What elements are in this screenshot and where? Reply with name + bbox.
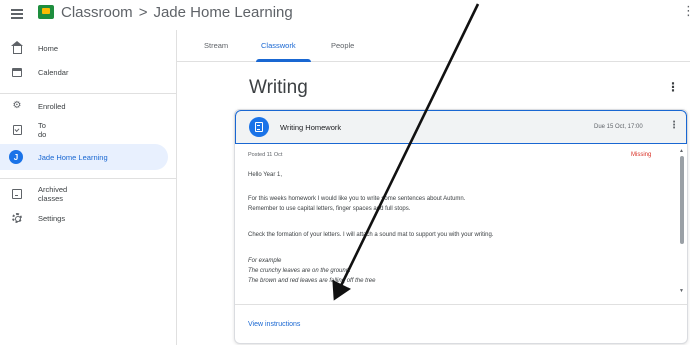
assignment-body: Posted 11 Oct Missing Hello Year 1, For … [235, 144, 687, 304]
scroll-down-icon[interactable]: ▼ [679, 288, 684, 294]
assignment-header[interactable]: Writing Homework Due 15 Oct, 17:00 ⋮ [235, 110, 687, 144]
active-tab-indicator [256, 59, 311, 62]
assignment-more-options-icon[interactable]: ⋮ [669, 120, 679, 131]
calendar-icon [11, 66, 23, 78]
assignment-title: Writing Homework [280, 123, 342, 132]
assignment-icon [249, 117, 269, 137]
instruction-line: Check the formation of your letters. I w… [248, 232, 494, 238]
sidebar-divider [0, 93, 176, 94]
sidebar-divider [0, 178, 176, 179]
assignment-due-date: Due 15 Oct, 17:00 [594, 124, 643, 130]
instruction-line: The brown and red leaves are falling off… [248, 278, 376, 284]
status-badge: Missing [631, 152, 652, 158]
instruction-line: Remember to use capital letters, finger … [248, 206, 411, 212]
assignment-card: Writing Homework Due 15 Oct, 17:00 ⋮ Pos… [234, 109, 688, 344]
app-name[interactable]: Classroom [61, 4, 133, 21]
scroll-up-icon[interactable]: ▲ [679, 148, 684, 154]
instruction-line: The crunchy leaves are on the ground. [248, 268, 351, 274]
scroll-thumb[interactable] [680, 156, 684, 244]
main-pane: Stream Classwork People Writing ⋮ Writin… [176, 30, 690, 345]
sidebar-item-label: Calendar [38, 67, 69, 77]
breadcrumb: Classroom > Jade Home Learning [61, 4, 293, 21]
sidebar-item-label: Settings [38, 213, 66, 223]
sidebar-item-jade-home-learning[interactable]: J Jade Home Learning [0, 144, 168, 170]
tab-stream[interactable]: Stream [204, 41, 228, 50]
gear-icon [11, 212, 23, 224]
todo-icon [11, 124, 23, 136]
top-app-bar: Classroom > Jade Home Learning ⋮ [0, 0, 690, 30]
assignment-footer: View instructions [235, 304, 687, 343]
sidebar-item-label: Enrolled [38, 101, 66, 111]
sidebar-item-label: Archived classes [38, 185, 68, 203]
class-avatar: J [9, 150, 23, 164]
sidebar-item-label: Jade Home Learning [38, 152, 108, 162]
sidebar-item-label: Home [38, 43, 59, 53]
archive-icon [11, 188, 23, 200]
posted-date: Posted 11 Oct [248, 152, 283, 158]
topic-more-options-icon[interactable]: ⋮ [667, 80, 679, 94]
assignment-scrollbar[interactable]: ▲ ▼ [679, 148, 685, 298]
view-instructions-link[interactable]: View instructions [248, 321, 300, 328]
classroom-logo-icon[interactable] [38, 5, 54, 19]
breadcrumb-separator: > [138, 4, 148, 21]
tab-people[interactable]: People [331, 41, 354, 50]
more-options-icon[interactable]: ⋮ [682, 3, 690, 19]
tab-classwork[interactable]: Classwork [261, 41, 296, 50]
instruction-line: For example [248, 258, 282, 264]
class-tabs: Stream Classwork People [177, 30, 690, 62]
instruction-line: For this weeks homework I would like you… [248, 196, 466, 202]
enrolled-icon: ⚙ [12, 100, 22, 111]
instruction-line: Hello Year 1, [248, 172, 283, 178]
home-icon [10, 40, 23, 54]
sidebar-item-label: To do [38, 121, 47, 139]
topic-title: Writing [249, 77, 308, 98]
main-menu-icon[interactable] [11, 9, 23, 19]
class-name[interactable]: Jade Home Learning [153, 4, 292, 21]
